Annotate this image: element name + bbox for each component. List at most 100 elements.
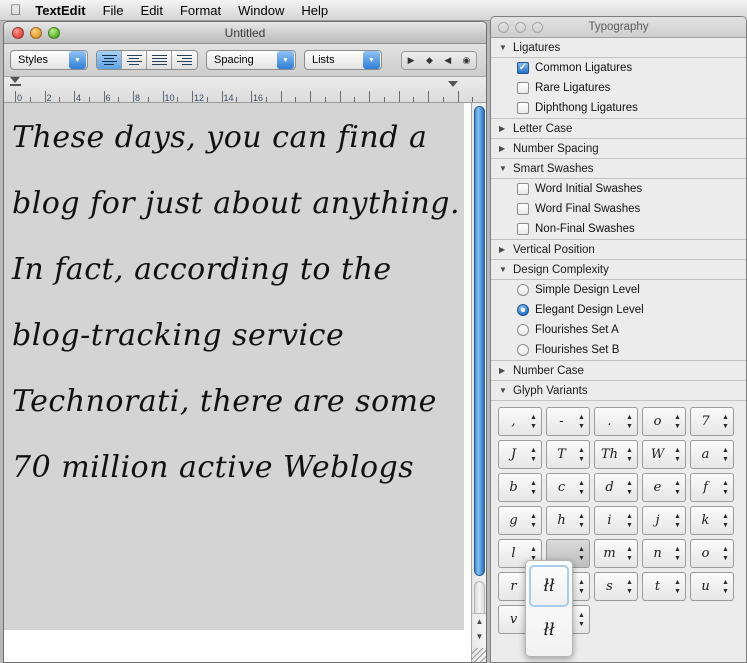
glyph-stepper[interactable]: ▲▼ bbox=[672, 574, 683, 599]
section-header-number-spacing[interactable]: ▶ Number Spacing bbox=[491, 139, 746, 159]
glyph-stepper[interactable]: ▲▼ bbox=[624, 442, 635, 467]
section-header-smart-swashes[interactable]: ▼ Smart Swashes bbox=[491, 159, 746, 179]
menu-item-window[interactable]: Window bbox=[238, 3, 284, 18]
stepper-up-icon[interactable]: ▲ bbox=[530, 480, 537, 487]
glyph-popup-item[interactable]: łł bbox=[529, 565, 569, 607]
align-center-button[interactable] bbox=[122, 51, 147, 69]
glyph-variant-cell[interactable]: e ▲ ▼ bbox=[642, 473, 686, 502]
option-row-rare-ligatures[interactable]: Rare Ligatures bbox=[491, 78, 746, 98]
stepper-up-icon[interactable]: ▲ bbox=[722, 480, 729, 487]
tabstop-decimal-icon[interactable]: ◉ bbox=[462, 55, 470, 66]
stepper-down-icon[interactable]: ▼ bbox=[530, 522, 537, 529]
vertical-scrollbar[interactable]: ▲ ▼ bbox=[471, 103, 486, 662]
stepper-down-icon[interactable]: ▼ bbox=[722, 489, 729, 496]
scroll-up-icon[interactable]: ▲ bbox=[476, 617, 484, 626]
glyph-stepper[interactable]: ▲▼ bbox=[576, 409, 587, 434]
option-row-non-final-swashes[interactable]: Non-Final Swashes bbox=[491, 219, 746, 239]
stepper-down-icon[interactable]: ▼ bbox=[578, 621, 585, 628]
spacing-popup-button[interactable]: Spacing ▼ bbox=[206, 50, 296, 70]
glyph-variant-cell[interactable]: g ▲ ▼ bbox=[498, 506, 542, 535]
section-header-vertical-position[interactable]: ▶ Vertical Position bbox=[491, 240, 746, 260]
glyph-stepper[interactable]: ▲▼ bbox=[720, 409, 731, 434]
stepper-up-icon[interactable]: ▲ bbox=[578, 447, 585, 454]
stepper-up-icon[interactable]: ▲ bbox=[626, 546, 633, 553]
stepper-up-icon[interactable]: ▲ bbox=[674, 447, 681, 454]
stepper-up-icon[interactable]: ▲ bbox=[674, 480, 681, 487]
stepper-up-icon[interactable]: ▲ bbox=[626, 447, 633, 454]
checkbox-unchecked[interactable] bbox=[517, 183, 529, 195]
glyph-variant-cell[interactable]: d ▲ ▼ bbox=[594, 473, 638, 502]
left-indent-marker[interactable] bbox=[10, 77, 20, 83]
glyph-stepper[interactable]: ▲▼ bbox=[576, 574, 587, 599]
text-area[interactable]: These days, you can find a blog for just… bbox=[4, 103, 486, 662]
glyph-stepper[interactable]: ▲▼ bbox=[720, 442, 731, 467]
menu-item-format[interactable]: Format bbox=[180, 3, 221, 18]
document-body-text[interactable]: These days, you can find a blog for just… bbox=[12, 105, 464, 501]
stepper-up-icon[interactable]: ▲ bbox=[530, 414, 537, 421]
option-row-word-final-swashes[interactable]: Word Final Swashes bbox=[491, 199, 746, 219]
stepper-down-icon[interactable]: ▼ bbox=[722, 522, 729, 529]
stepper-up-icon[interactable]: ▲ bbox=[722, 513, 729, 520]
chevron-down-icon[interactable]: ▼ bbox=[499, 43, 507, 52]
glyph-stepper[interactable]: ▲▼ bbox=[576, 607, 587, 632]
glyph-stepper[interactable]: ▲▼ bbox=[672, 508, 683, 533]
stepper-up-icon[interactable]: ▲ bbox=[578, 546, 585, 553]
glyph-stepper[interactable]: ▲▼ bbox=[528, 409, 539, 434]
stepper-down-icon[interactable]: ▼ bbox=[578, 588, 585, 595]
stepper-down-icon[interactable]: ▼ bbox=[530, 423, 537, 430]
align-right-button[interactable] bbox=[172, 51, 197, 69]
stepper-up-icon[interactable]: ▲ bbox=[674, 513, 681, 520]
glyph-stepper[interactable]: ▲▼ bbox=[576, 442, 587, 467]
glyph-stepper[interactable]: ▲▼ bbox=[576, 541, 587, 566]
document-titlebar[interactable]: Untitled bbox=[4, 22, 486, 44]
glyph-stepper[interactable]: ▲▼ bbox=[528, 442, 539, 467]
stepper-down-icon[interactable]: ▼ bbox=[578, 555, 585, 562]
stepper-up-icon[interactable]: ▲ bbox=[626, 513, 633, 520]
glyph-variant-cell[interactable]: u ▲ ▼ bbox=[690, 572, 734, 601]
glyph-stepper[interactable]: ▲▼ bbox=[720, 508, 731, 533]
left-margin-marker[interactable] bbox=[10, 84, 21, 86]
checkbox-unchecked[interactable] bbox=[517, 203, 529, 215]
scrollbar-arrows[interactable]: ▲ ▼ bbox=[472, 613, 486, 645]
glyph-stepper[interactable]: ▲▼ bbox=[624, 409, 635, 434]
stepper-up-icon[interactable]: ▲ bbox=[674, 579, 681, 586]
glyph-stepper[interactable]: ▲▼ bbox=[672, 409, 683, 434]
glyph-variant-cell[interactable]: , ▲ ▼ bbox=[498, 407, 542, 436]
glyph-stepper[interactable]: ▲▼ bbox=[624, 475, 635, 500]
align-left-button[interactable] bbox=[97, 51, 122, 69]
tabstop-center-icon[interactable]: ◆ bbox=[426, 55, 433, 66]
glyph-variant-cell[interactable]: 7 ▲ ▼ bbox=[690, 407, 734, 436]
glyph-stepper[interactable]: ▲▼ bbox=[624, 541, 635, 566]
styles-popup-button[interactable]: Styles ▼ bbox=[10, 50, 88, 70]
chevron-right-icon[interactable]: ▶ bbox=[499, 144, 507, 153]
lists-popup-button[interactable]: Lists ▼ bbox=[304, 50, 382, 70]
checkbox-unchecked[interactable] bbox=[517, 82, 529, 94]
typography-titlebar[interactable]: Typography bbox=[491, 17, 746, 38]
glyph-variant-cell[interactable]: W ▲ ▼ bbox=[642, 440, 686, 469]
glyph-stepper[interactable]: ▲▼ bbox=[528, 508, 539, 533]
checkbox-unchecked[interactable] bbox=[517, 223, 529, 235]
option-row-flourishes-set-b[interactable]: Flourishes Set B bbox=[491, 340, 746, 360]
section-header-glyph-variants[interactable]: ▼ Glyph Variants bbox=[491, 381, 746, 401]
tabstop-left-icon[interactable]: ▶ bbox=[408, 55, 415, 66]
radio-unselected[interactable] bbox=[517, 324, 529, 336]
stepper-up-icon[interactable]: ▲ bbox=[530, 447, 537, 454]
chevron-right-icon[interactable]: ▶ bbox=[499, 124, 507, 133]
menu-item-edit[interactable]: Edit bbox=[141, 3, 163, 18]
glyph-variant-cell[interactable]: f ▲ ▼ bbox=[690, 473, 734, 502]
stepper-up-icon[interactable]: ▲ bbox=[626, 414, 633, 421]
stepper-down-icon[interactable]: ▼ bbox=[578, 423, 585, 430]
chevron-down-icon[interactable]: ▼ bbox=[499, 265, 507, 274]
stepper-down-icon[interactable]: ▼ bbox=[674, 555, 681, 562]
glyph-stepper[interactable]: ▲▼ bbox=[528, 475, 539, 500]
option-row-elegant-design-level[interactable]: Elegant Design Level bbox=[491, 300, 746, 320]
stepper-down-icon[interactable]: ▼ bbox=[626, 588, 633, 595]
checkbox-checked[interactable]: ✓ bbox=[517, 62, 529, 74]
stepper-up-icon[interactable]: ▲ bbox=[578, 612, 585, 619]
glyph-variant-cell[interactable]: j ▲ ▼ bbox=[642, 506, 686, 535]
stepper-up-icon[interactable]: ▲ bbox=[722, 579, 729, 586]
chevron-right-icon[interactable]: ▶ bbox=[499, 366, 507, 375]
apple-logo-icon[interactable]:  bbox=[10, 3, 21, 18]
stepper-up-icon[interactable]: ▲ bbox=[530, 546, 537, 553]
stepper-down-icon[interactable]: ▼ bbox=[578, 456, 585, 463]
